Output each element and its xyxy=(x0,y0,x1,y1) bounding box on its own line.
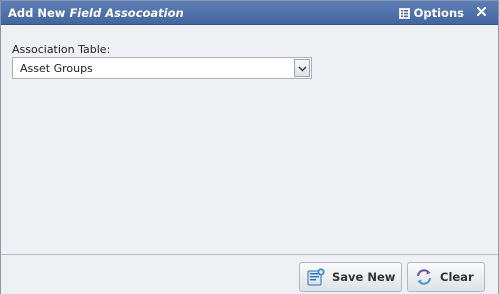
association-table-select[interactable]: Asset Groups xyxy=(12,57,312,79)
save-new-button[interactable]: Save New xyxy=(299,262,402,292)
title-emphasis: Field Assocoation xyxy=(69,6,184,20)
clear-label: Clear xyxy=(440,270,474,284)
association-table-label: Association Table: xyxy=(12,43,111,56)
close-button[interactable] xyxy=(474,5,488,19)
close-icon xyxy=(476,5,486,19)
refresh-icon xyxy=(415,268,433,286)
title-bar: Add New Field Assocoation Options xyxy=(1,1,498,25)
dialog-footer: Save New Clear xyxy=(1,254,498,294)
title-prefix: Add New xyxy=(8,6,66,20)
association-table-value: Asset Groups xyxy=(20,62,93,75)
clear-button[interactable]: Clear xyxy=(407,262,485,292)
dialog-window: Add New Field Assocoation Options Associ… xyxy=(0,0,499,294)
dialog-title: Add New Field Assocoation xyxy=(8,6,184,20)
save-new-label: Save New xyxy=(332,270,396,284)
options-menu-button[interactable]: Options xyxy=(398,4,464,22)
dialog-content: Association Table: Asset Groups xyxy=(1,26,498,254)
chevron-down-icon xyxy=(298,62,307,75)
options-label: Options xyxy=(413,6,464,20)
dropdown-arrow-button[interactable] xyxy=(294,59,310,77)
save-new-icon xyxy=(307,268,325,286)
options-list-icon xyxy=(398,7,410,19)
